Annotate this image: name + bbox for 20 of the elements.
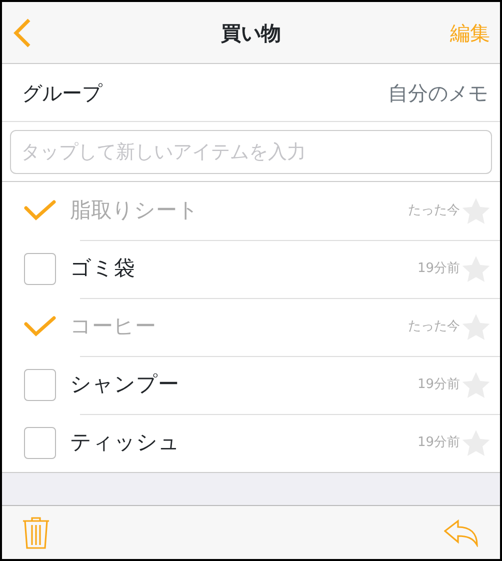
screen-title: 買い物	[221, 20, 281, 44]
item-time: 19分前	[417, 260, 460, 278]
item-time: たった今	[408, 202, 460, 220]
checkbox[interactable]	[24, 253, 56, 285]
trash-button[interactable]	[22, 516, 50, 550]
checkbox[interactable]	[24, 369, 56, 401]
item-time: 19分前	[417, 376, 460, 394]
item-name: シャンプー	[70, 371, 180, 398]
group-value[interactable]: 自分のメモ	[388, 78, 488, 108]
item-name: ティッシュ	[70, 429, 181, 456]
item-name: 脂取りシート	[70, 197, 200, 224]
reply-button[interactable]	[444, 518, 480, 546]
item-time: 19分前	[417, 434, 460, 452]
checkbox[interactable]	[24, 427, 56, 459]
back-button[interactable]	[12, 16, 32, 48]
item-time: たった今	[408, 318, 460, 336]
new-item-field[interactable]: タップして新しいアイテムを入力	[10, 130, 492, 174]
item-name: ゴミ袋	[70, 255, 136, 282]
item-name: コーヒー	[70, 313, 157, 340]
group-label: グループ	[22, 80, 102, 106]
